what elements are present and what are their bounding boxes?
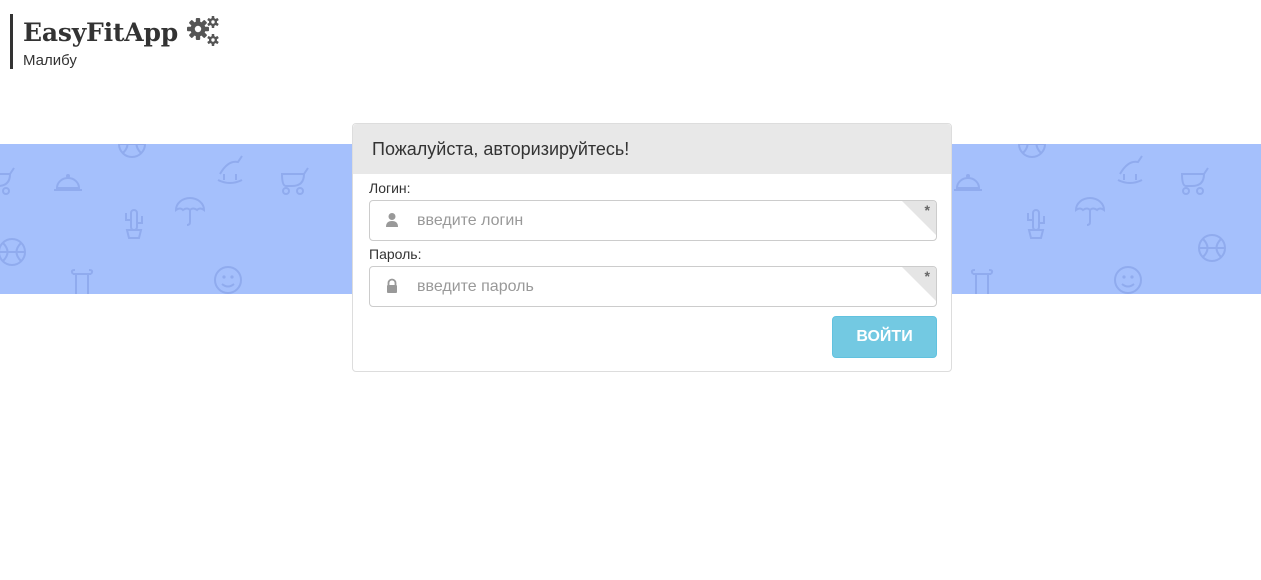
login-field[interactable]: * (369, 200, 937, 241)
required-asterisk-icon: * (924, 202, 930, 218)
required-asterisk-icon: * (924, 268, 930, 284)
user-icon (384, 212, 400, 228)
brand-subtitle: Малибу (23, 52, 77, 69)
required-corner (902, 201, 936, 235)
password-field[interactable]: * (369, 266, 937, 307)
lock-icon (384, 278, 400, 294)
login-panel: Пожалуйста, авторизируйтесь! Логин: * Па… (352, 123, 952, 372)
login-button[interactable]: ВОЙТИ (832, 316, 937, 358)
login-label: Логин: (369, 180, 411, 196)
login-heading: Пожалуйста, авторизируйтесь! (353, 124, 951, 174)
required-corner (902, 267, 936, 301)
login-page: EasyFitApp Малибу Пожалуйста, авторизиру… (0, 0, 1261, 580)
password-label: Пароль: (369, 246, 422, 262)
brand-row: EasyFitApp (23, 14, 222, 50)
brand-name: EasyFitApp (23, 17, 179, 47)
gears-icon (186, 15, 222, 49)
login-input[interactable] (417, 201, 887, 240)
brand-logo[interactable]: EasyFitApp Малибу (10, 14, 222, 69)
password-input[interactable] (417, 267, 887, 306)
